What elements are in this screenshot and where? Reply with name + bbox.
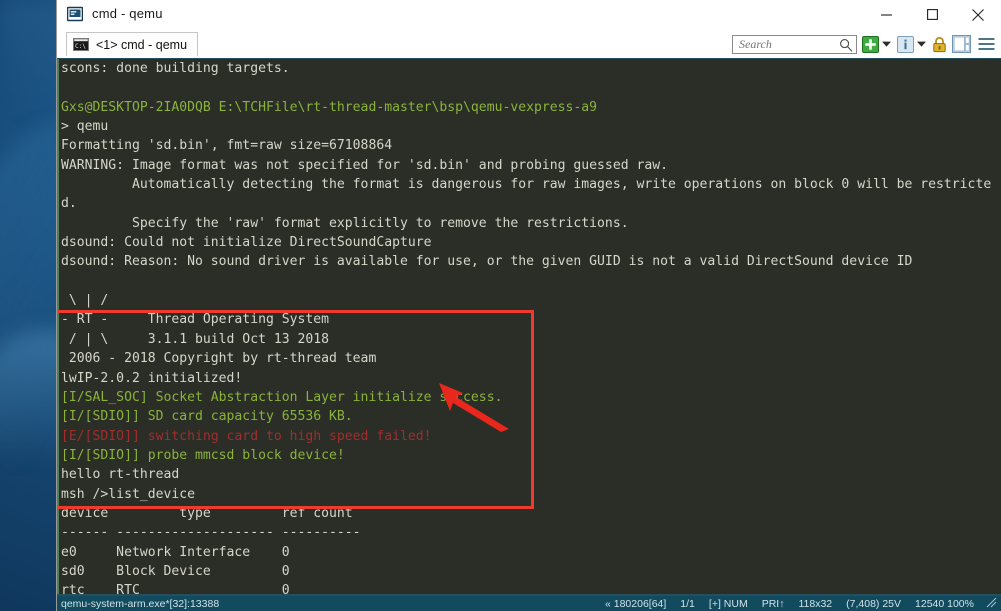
terminal-line: dsound: Could not initialize DirectSound… [61, 235, 432, 251]
window-toolbar [732, 33, 995, 55]
terminal-text: scons: done building targets. Gxs@DESKTO… [57, 59, 1001, 596]
terminal-line: > qemu [61, 119, 109, 135]
terminal-line: 2006 - 2018 Copyright by rt-thread team [68, 351, 377, 367]
search-input[interactable] [737, 35, 841, 53]
chevron-down-icon[interactable] [881, 41, 892, 47]
resize-grip-icon[interactable] [986, 597, 997, 611]
status-bar: qemu-system-arm.exe*[32]:13388 « 180206[… [57, 594, 1001, 611]
info-button[interactable] [897, 35, 914, 53]
status-process-label: qemu-system-arm.exe*[32]:13388 [61, 597, 220, 610]
terminal-line: [I/[SDIO]] SD card capacity 65536 KB. [61, 409, 353, 425]
layout-button[interactable] [952, 35, 971, 53]
status-item: 118x32 [798, 597, 833, 610]
terminal-left-accent [57, 59, 59, 596]
cmd-console-icon: C:\ [73, 38, 89, 51]
status-item: (7,408) 25V [846, 597, 902, 610]
terminal-line: Specify the 'raw' format explicitly to r… [131, 215, 629, 231]
terminal-line: e0 Network Interface 0 [61, 544, 290, 560]
terminal-line: Formatting 'sd.bin', fmt=raw size=671088… [61, 138, 393, 154]
status-item: 12540 100% [915, 597, 974, 610]
status-item: 1/1 [680, 597, 695, 610]
new-tab-button[interactable] [862, 35, 879, 53]
terminal-line: - RT - Thread Operating System [61, 312, 330, 328]
window-title: cmd - qemu [92, 6, 163, 21]
terminal-line: Gxs@DESKTOP-2IA0DQB E:\TCHFile\rt-thread… [61, 99, 598, 115]
terminal-line: lwIP-2.0.2 initialized! [61, 370, 243, 386]
chevron-down-icon[interactable] [916, 41, 927, 47]
hamburger-menu-button[interactable] [978, 37, 995, 51]
terminal-output-area[interactable]: scons: done building targets. Gxs@DESKTO… [57, 59, 1001, 596]
terminal-line: [E/[SDIO]] switching card to high speed … [61, 428, 432, 444]
terminal-line: [I/SAL_SOC] Socket Abstraction Layer ini… [61, 389, 503, 405]
tab-label: <1> cmd - qemu [96, 37, 188, 52]
terminal-line: WARNING: Image format was not specified … [61, 157, 668, 173]
status-indicators: « 180206[64] 1/1 [+] NUM PRI↑ 118x32 (7,408) … [591, 598, 974, 610]
terminal-line: dsound: Reason: No sound driver is avail… [61, 254, 913, 270]
terminal-line: msh />list_device [61, 486, 196, 502]
terminal-line: / | \ 3.1.1 build Oct 13 2018 [68, 331, 330, 347]
minimize-button[interactable] [863, 0, 909, 29]
status-item: [+] NUM [708, 597, 748, 610]
status-bar-top-divider [57, 594, 1001, 596]
close-button[interactable] [955, 0, 1001, 29]
svg-text:C:\: C:\ [75, 43, 86, 50]
window-titlebar[interactable]: cmd - qemu [57, 0, 1001, 30]
terminal-line: \ | / [68, 293, 109, 309]
terminal-line: device type ref count [61, 505, 353, 521]
magnifier-icon[interactable] [839, 38, 853, 57]
terminal-line: hello rt-thread [61, 467, 180, 483]
search-box[interactable] [732, 34, 857, 57]
terminal-line: d. [61, 196, 77, 212]
maximize-button[interactable] [909, 0, 955, 29]
terminal-line: [I/[SDIO]] probe mmcsd block device! [61, 447, 345, 463]
terminal-line: Automatically detecting the format is da… [131, 177, 992, 193]
lock-button[interactable] [932, 36, 947, 53]
terminal-line: sd0 Block Device 0 [61, 563, 290, 579]
console-window: cmd - qemu C:\ <1> cmd - qemu Search sco… [57, 0, 1001, 611]
status-item: « 180206[64] [604, 597, 667, 610]
tab-cmd-qemu[interactable]: C:\ <1> cmd - qemu [66, 32, 199, 56]
terminal-line: ------ -------------------- ---------- [61, 525, 361, 541]
terminal-line: scons: done building targets. [61, 61, 290, 76]
tab-toolbar-row: C:\ <1> cmd - qemu [57, 30, 1001, 60]
console-icon [66, 6, 84, 22]
status-item: PRI↑ [761, 597, 785, 610]
window-controls [863, 0, 1001, 29]
